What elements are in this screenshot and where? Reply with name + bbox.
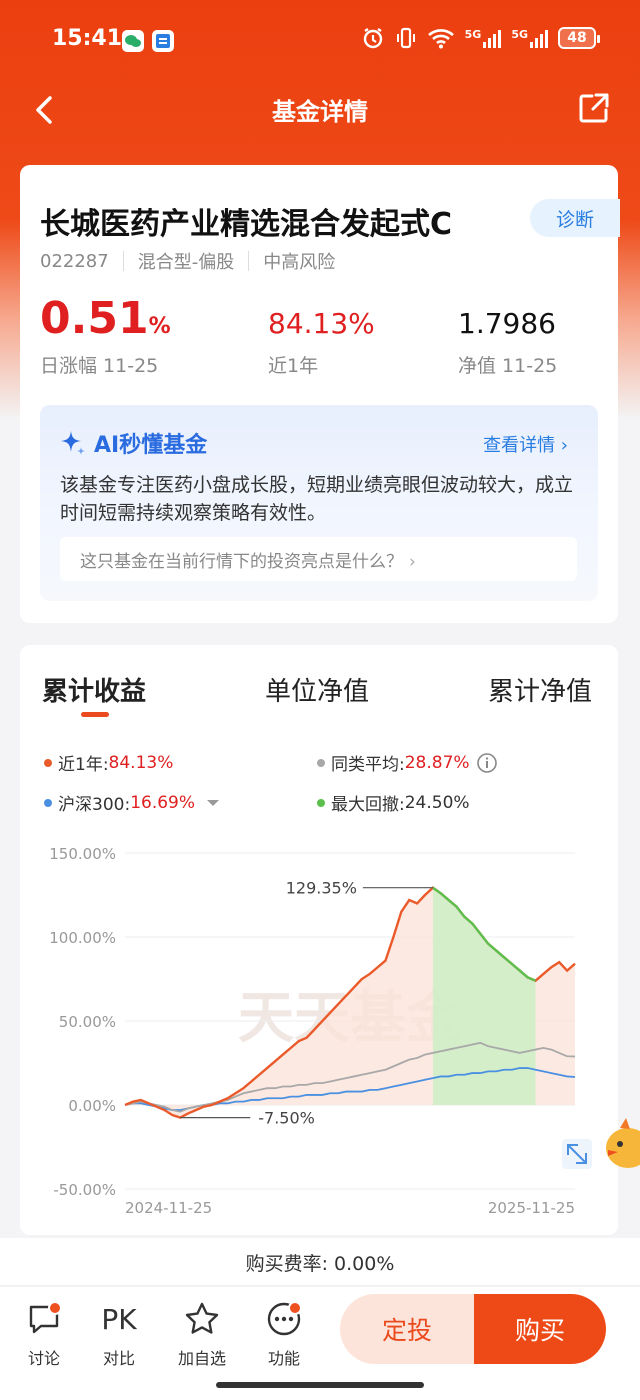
y-tick-label: -50.00% bbox=[53, 1181, 116, 1199]
chevron-right-icon: › bbox=[409, 552, 416, 572]
diagnose-button[interactable]: 诊断 bbox=[530, 199, 620, 237]
performance-card: 累计收益 单位净值 累计净值 近1年: 84.13% 同类平均: 28.87% 沪深… bbox=[20, 645, 618, 1235]
discuss-button[interactable]: 讨论 bbox=[14, 1299, 74, 1369]
pk-icon: PK bbox=[101, 1302, 137, 1336]
nav-bar: 基金详情 bbox=[0, 80, 640, 140]
divider bbox=[248, 251, 250, 271]
ai-title-text: AI秒懂基金 bbox=[94, 433, 208, 458]
star-icon bbox=[185, 1302, 219, 1334]
x-tick-label: 2025-11-25 bbox=[488, 1199, 575, 1217]
fund-type: 混合型-偏股 bbox=[137, 252, 235, 273]
x-tick-label: 2024-11-25 bbox=[125, 1199, 212, 1217]
share-icon[interactable] bbox=[576, 90, 612, 126]
home-indicator bbox=[216, 1382, 424, 1388]
add-watchlist-button[interactable]: 加自选 bbox=[172, 1299, 232, 1369]
one-year-label: 近1年 bbox=[268, 355, 319, 377]
functions-label: 功能 bbox=[267, 1349, 300, 1368]
daily-change-label: 日涨幅 11-25 bbox=[40, 355, 159, 377]
ai-summary-text: 该基金专注医药小盘成长股，短期业绩亮眼但波动较大，成立时间短需持续观察策略有效性… bbox=[60, 474, 574, 524]
daily-change-unit: % bbox=[148, 314, 171, 339]
y-tick-label: 50.00% bbox=[59, 1013, 116, 1031]
network-type-1: 5G bbox=[464, 28, 482, 41]
divider bbox=[122, 251, 124, 271]
ai-question-text: 这只基金在当前行情下的投资亮点是什么？ bbox=[80, 552, 403, 572]
ai-title: AI秒懂基金 bbox=[58, 427, 207, 459]
network-type-2: 5G bbox=[511, 28, 528, 41]
wifi-icon bbox=[427, 29, 454, 49]
signal-1: 5G bbox=[465, 28, 502, 48]
vibrate-icon bbox=[396, 27, 415, 49]
add-watchlist-label: 加自选 bbox=[177, 1349, 226, 1368]
expand-icon[interactable] bbox=[562, 1139, 592, 1169]
ai-more-text: 查看详情 bbox=[483, 435, 556, 456]
nav-value: 1.7986 bbox=[458, 307, 556, 340]
daily-change-number: 0.51 bbox=[40, 293, 149, 344]
app-notification-icon bbox=[152, 30, 174, 52]
battery-level: 48 bbox=[567, 30, 587, 46]
sparkle-icon bbox=[61, 431, 85, 455]
chevron-right-icon: › bbox=[555, 435, 568, 456]
fund-code: 022287 bbox=[40, 250, 109, 272]
fixed-investment-button[interactable]: 定投 bbox=[340, 1294, 474, 1364]
status-bar: 15:41 5G 5G 48 bbox=[0, 0, 640, 80]
buy-button[interactable]: 购买 bbox=[474, 1294, 606, 1364]
compare-label: 对比 bbox=[102, 1349, 135, 1368]
notification-dot bbox=[288, 1301, 302, 1315]
page-title: 基金详情 bbox=[272, 98, 368, 126]
signal-2: 5G bbox=[511, 28, 548, 48]
alarm-icon bbox=[363, 28, 382, 49]
ai-more-link[interactable]: 查看详情 › bbox=[483, 431, 568, 457]
compare-button[interactable]: PK 对比 bbox=[89, 1299, 149, 1369]
functions-button[interactable]: 功能 bbox=[254, 1299, 314, 1369]
fund-info-card: 长城医药产业精选混合发起式C 诊断 022287 混合型-偏股 中高风险 0.5… bbox=[20, 165, 620, 623]
nav-label: 净值 11-25 bbox=[458, 355, 558, 377]
ai-summary-panel: AI秒懂基金 查看详情 › 该基金专注医药小盘成长股，短期业绩亮眼但波动较大，成… bbox=[40, 405, 598, 601]
one-year-return: 84.13% bbox=[268, 307, 375, 340]
return-chart[interactable]: 天天基金150.00%100.00%50.00%0.00%-50.00%129.… bbox=[20, 645, 618, 1235]
fund-risk: 中高风险 bbox=[263, 252, 336, 273]
peak-label: 129.35% bbox=[286, 879, 357, 898]
battery-icon: 48 bbox=[558, 27, 600, 49]
y-tick-label: 0.00% bbox=[68, 1097, 116, 1115]
mascot-icon[interactable] bbox=[602, 1112, 640, 1172]
y-tick-label: 100.00% bbox=[49, 929, 116, 947]
notification-dot bbox=[48, 1301, 62, 1315]
wechat-icon bbox=[122, 30, 144, 52]
discuss-label: 讨论 bbox=[27, 1349, 60, 1368]
daily-change-value: 0.51% bbox=[40, 293, 171, 344]
trough-label: -7.50% bbox=[258, 1109, 315, 1128]
y-tick-label: 150.00% bbox=[49, 845, 116, 863]
fund-meta: 022287 混合型-偏股 中高风险 bbox=[40, 248, 335, 274]
status-time: 15:41 bbox=[52, 26, 123, 51]
purchase-fee: 购买费率: 0.00% bbox=[0, 1238, 640, 1286]
fund-name: 长城医药产业精选混合发起式C bbox=[40, 207, 453, 242]
ai-question-button[interactable]: 这只基金在当前行情下的投资亮点是什么？ › bbox=[60, 537, 577, 581]
